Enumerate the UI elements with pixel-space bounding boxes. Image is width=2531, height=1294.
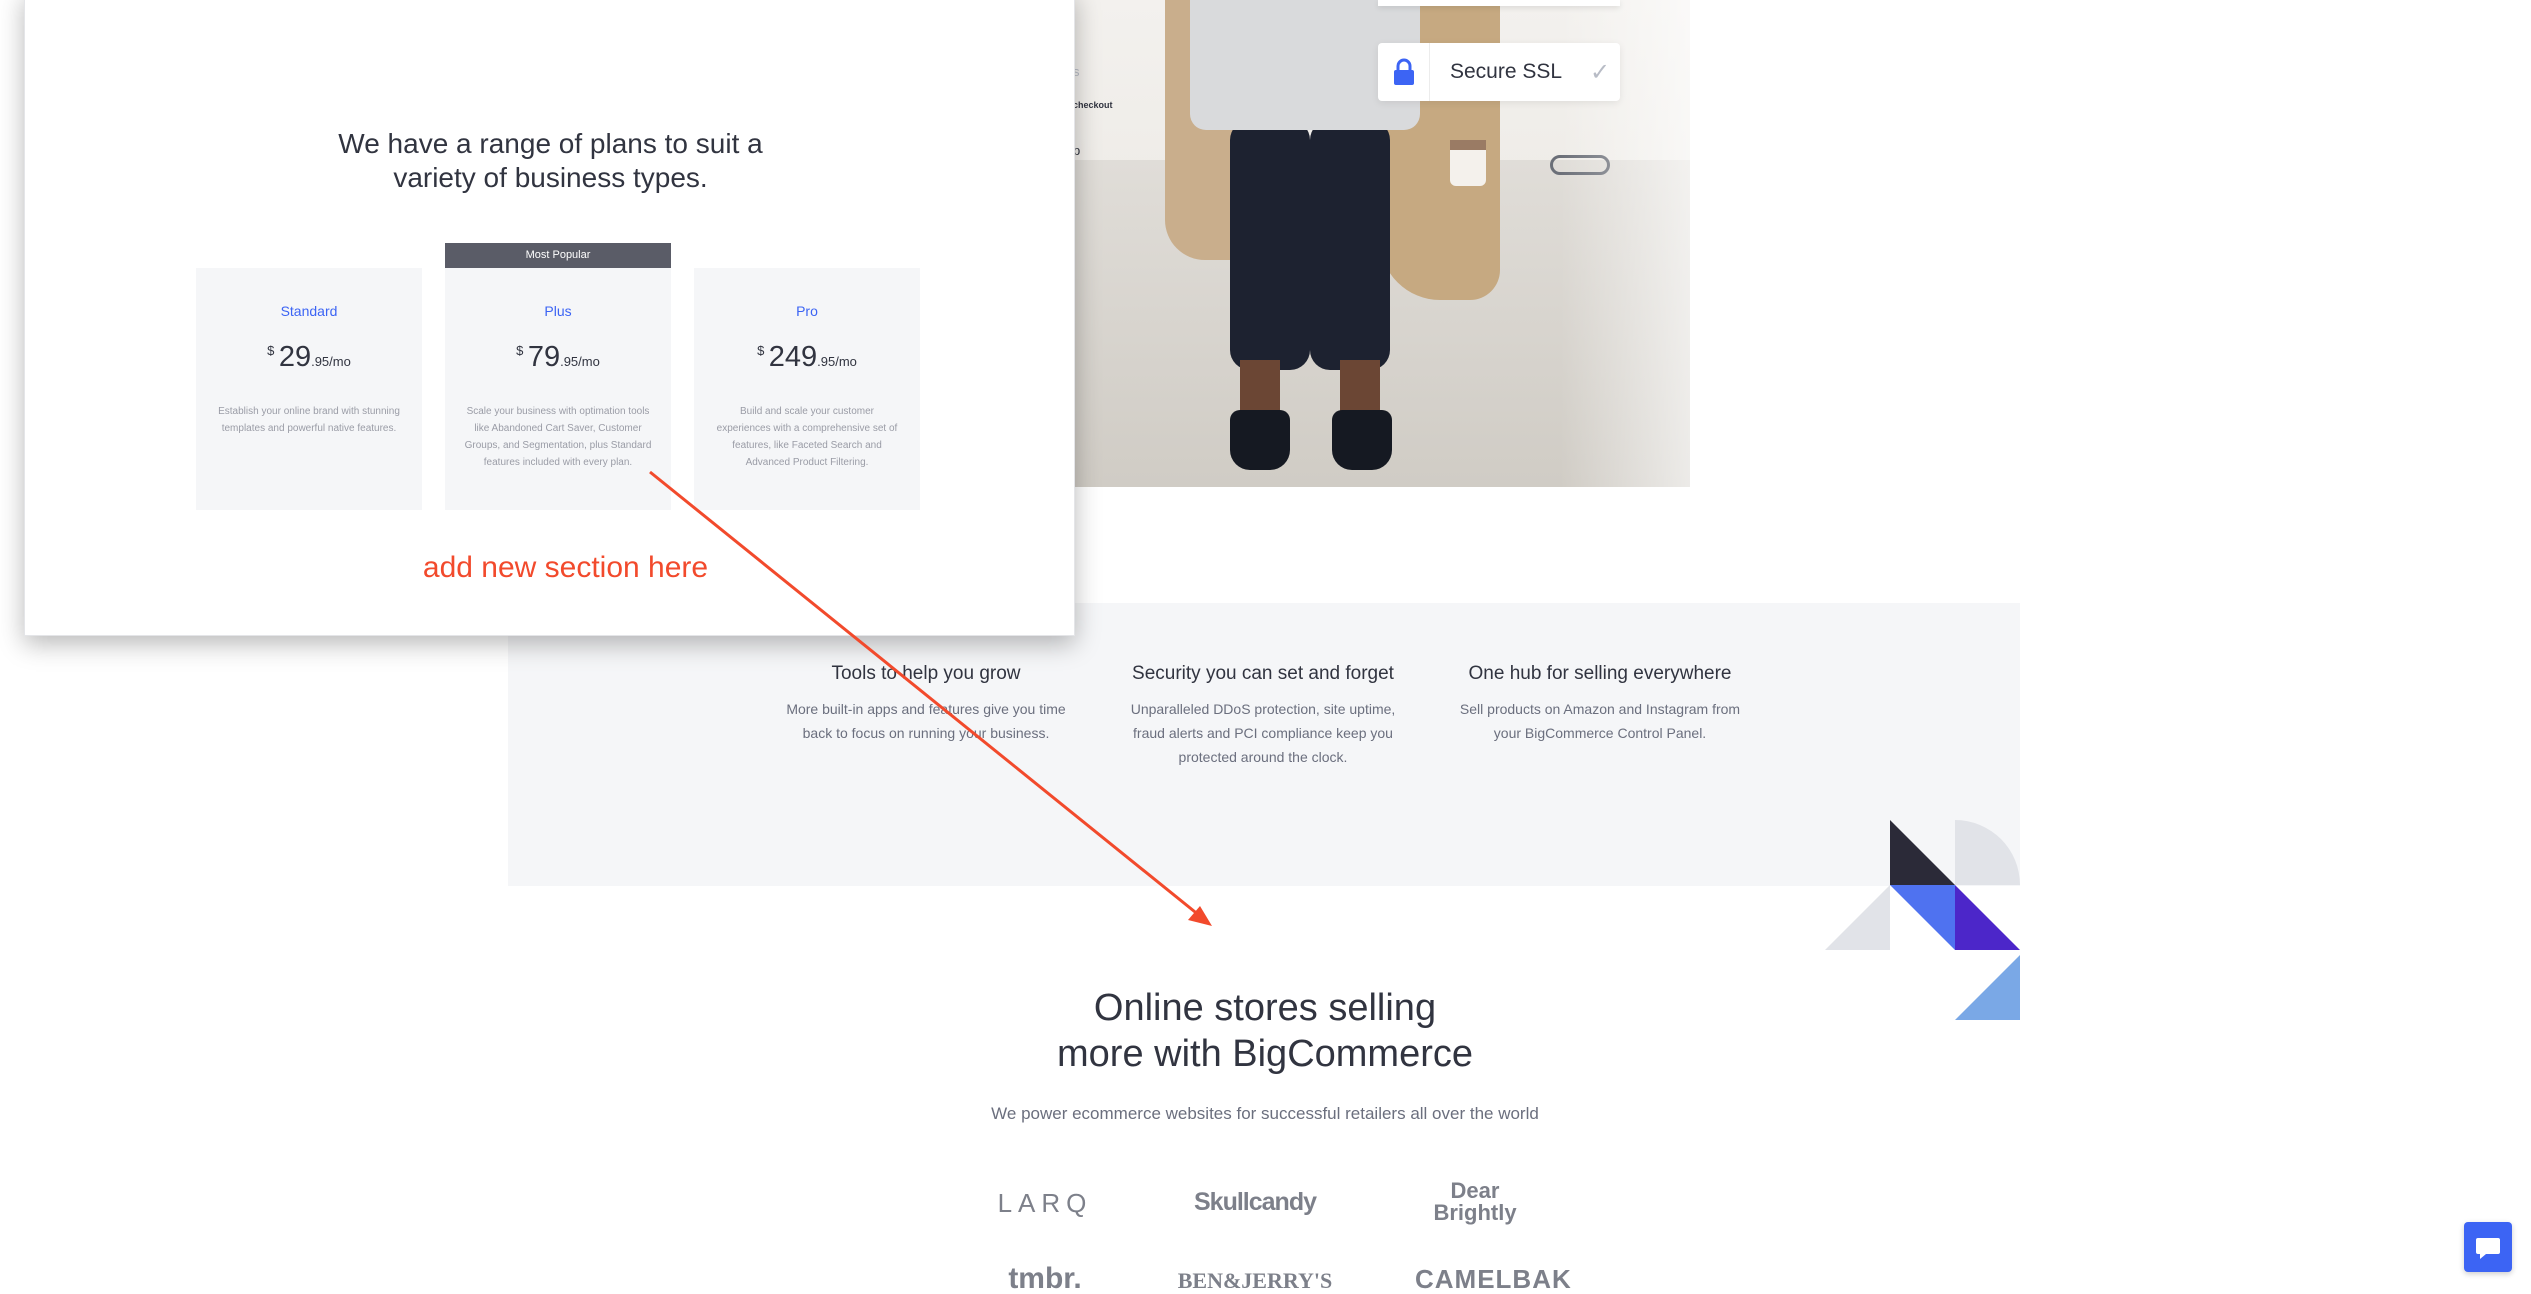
chat-icon — [2476, 1238, 2500, 1259]
plan-price: $ 29.95/mo — [196, 341, 422, 374]
plan-name: Plus — [544, 303, 572, 319]
photo-shoe-right — [1332, 410, 1392, 470]
ssl-label: Secure SSL — [1450, 60, 1563, 83]
plan-currency: $ — [267, 343, 275, 358]
pricing-heading-line: variety of business types. — [393, 162, 708, 193]
pricing-heading-line: We have a range of plans to suit a — [338, 128, 763, 159]
feature-description: Sell products on Amazon and Instagram fr… — [1459, 701, 1741, 741]
check-icon: ✓ — [1589, 58, 1611, 86]
plan-name: Pro — [796, 303, 818, 319]
brand-logo-tmbr: tmbr. — [1008, 1262, 1082, 1294]
brand-logo-skullcandy: Skullcandy — [1194, 1188, 1317, 1216]
feature-title: One hub for selling everywhere — [1468, 663, 1732, 684]
decorative-shapes — [1825, 820, 2020, 1020]
plan-price: $ 249.95/mo — [694, 341, 920, 374]
photo-leg-right — [1310, 120, 1390, 370]
plan-description: Establish your online brand with stunnin… — [218, 406, 400, 434]
photo-leg-left — [1230, 120, 1310, 370]
stores-subtitle: We power ecommerce websites for successf… — [991, 1104, 1539, 1123]
plan-name: Standard — [280, 303, 338, 319]
most-popular-badge: Most Popular — [445, 243, 671, 268]
photo-coffee-cup — [1450, 140, 1486, 186]
hero-peek-text: checkout — [1073, 100, 1113, 110]
plan-cents: .95/mo — [311, 354, 351, 369]
plan-card-standard[interactable]: Standard $ 29.95/mo Establish your onlin… — [196, 268, 422, 510]
brand-logo-ben-jerrys: BEN&JERRY'S — [1177, 1268, 1333, 1293]
hero-card-top — [1378, 0, 1620, 6]
feature-hub: One hub for selling everywhere Sell prod… — [1450, 663, 1750, 745]
plan-card-plus[interactable]: Plus $ 79.95/mo Scale your business with… — [445, 268, 671, 510]
plan-currency: $ — [516, 343, 524, 358]
arrow-annotation-icon — [649, 470, 1212, 926]
plan-cents: .95/mo — [560, 354, 600, 369]
photo-shoe-left — [1230, 410, 1290, 470]
lock-icon — [1378, 43, 1430, 101]
pricing-heading: We have a range of plans to suit a varie… — [25, 127, 1076, 195]
plan-cents: .95/mo — [817, 354, 857, 369]
chat-button[interactable] — [2464, 1222, 2512, 1272]
plan-price: $ 79.95/mo — [445, 341, 671, 374]
brand-logo-larq: LARQ — [997, 1188, 1093, 1218]
stores-heading-line: more with BigCommerce — [1057, 1033, 1473, 1075]
plan-amount: 29 — [278, 341, 312, 373]
secure-ssl-card: Secure SSL ✓ — [1378, 43, 1620, 101]
plan-amount: 79 — [527, 341, 561, 373]
plan-description: Scale your business with optimation tool… — [464, 406, 652, 468]
stores-heading-line: Online stores selling — [1093, 987, 1437, 1029]
brand-logo-camelbak: CAMELBAK — [1415, 1264, 1572, 1294]
stores-heading: Online stores selling more with BigComme… — [900, 985, 1630, 1077]
plan-amount: 249 — [768, 341, 818, 373]
plan-currency: $ — [757, 343, 765, 358]
brand-logo-dear-brightly: Dear Brightly — [1433, 1178, 1517, 1225]
